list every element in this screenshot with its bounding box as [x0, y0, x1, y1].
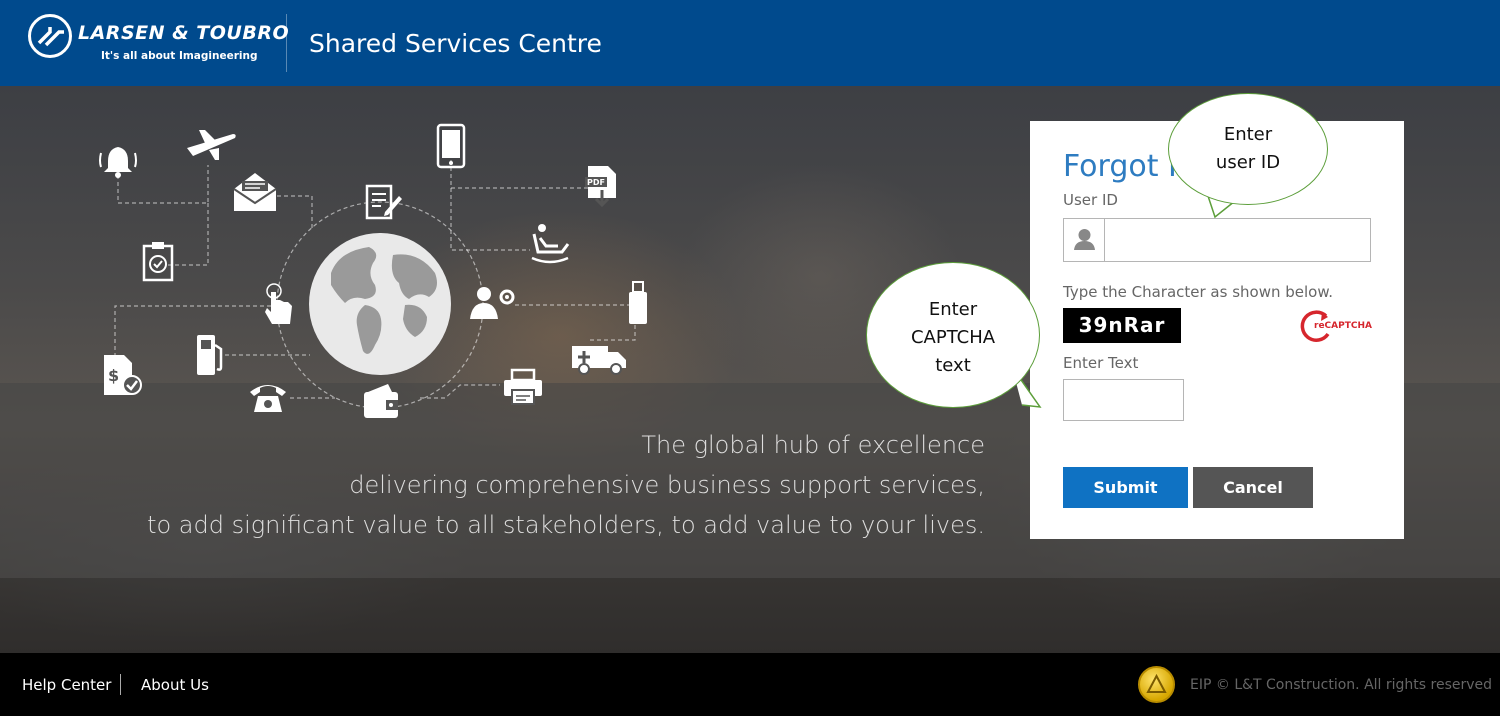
user-id-label: User ID: [1063, 191, 1118, 209]
callout-line: CAPTCHA: [910, 327, 996, 348]
captcha-callout: Enter CAPTCHA text: [866, 262, 1040, 408]
touch-icon: [265, 283, 292, 324]
cancel-button[interactable]: Cancel: [1193, 467, 1313, 508]
user-id-field-group: [1063, 218, 1371, 262]
tagline-line: delivering comprehensive business suppor…: [349, 471, 985, 499]
svg-text:$: $: [108, 366, 119, 385]
ambulance-icon: [572, 346, 626, 375]
user-id-input[interactable]: [1106, 219, 1370, 261]
footer-separator: [120, 674, 121, 695]
tagline-line: to add significant value to all stakehol…: [147, 511, 985, 539]
usb-drive-icon: [629, 281, 647, 324]
brand-tagline: It's all about Imagineering: [101, 50, 258, 62]
top-header: LARSEN & TOUBRO It's all about Imagineer…: [0, 0, 1500, 86]
callout-line: text: [935, 355, 971, 376]
recaptcha-refresh-icon[interactable]: reCAPTCHA: [1300, 310, 1372, 344]
callout-line: user ID: [1215, 152, 1281, 173]
wallet-icon: [364, 384, 398, 418]
clipboard-icon: [142, 242, 174, 282]
about-us-link[interactable]: About Us: [141, 676, 209, 694]
svg-text:PDF: PDF: [587, 178, 605, 187]
user-id-callout: Enter user ID: [1168, 93, 1328, 205]
captcha-instruction: Type the Character as shown below.: [1063, 283, 1333, 301]
bell-icon: [99, 147, 137, 178]
pdf-download-icon: PDF: [585, 166, 616, 208]
hero-tagline: The global hub of excellence delivering …: [147, 425, 985, 545]
recliner-icon: [531, 224, 570, 264]
tagline-line: The global hub of excellence: [641, 431, 985, 459]
mobile-phone-icon: [436, 123, 466, 169]
eip-badge-icon: [1138, 666, 1175, 703]
app-title: Shared Services Centre: [309, 29, 602, 58]
envelope-icon: [233, 173, 277, 211]
globe-icon: [309, 233, 451, 375]
user-icon: [1064, 219, 1105, 261]
printer-icon: [504, 368, 542, 405]
fuel-pump-icon: [197, 335, 223, 375]
captcha-image: 39nRar: [1063, 308, 1181, 343]
hero-shade: [0, 578, 1500, 653]
telephone-icon: [250, 385, 286, 412]
footer: Help Center About Us EIP © L&T Construct…: [0, 653, 1500, 716]
header-divider: [286, 14, 287, 72]
captcha-input[interactable]: [1063, 379, 1184, 421]
invoice-dollar-icon: $: [104, 355, 142, 395]
brand-name: LARSEN & TOUBRO: [78, 22, 290, 44]
help-center-link[interactable]: Help Center: [22, 676, 111, 694]
callout-line: Enter: [1223, 124, 1273, 145]
user-settings-icon: [470, 287, 515, 319]
copyright-text: EIP © L&T Construction. All rights reser…: [1190, 677, 1493, 693]
airplane-icon: [187, 130, 236, 160]
callout-line: Enter: [928, 299, 978, 320]
submit-button[interactable]: Submit: [1063, 467, 1188, 508]
recaptcha-label: reCAPTCHA: [1314, 321, 1372, 331]
document-edit-icon: [365, 184, 402, 220]
enter-text-label: Enter Text: [1063, 354, 1139, 372]
lt-logo-icon: [28, 14, 72, 58]
